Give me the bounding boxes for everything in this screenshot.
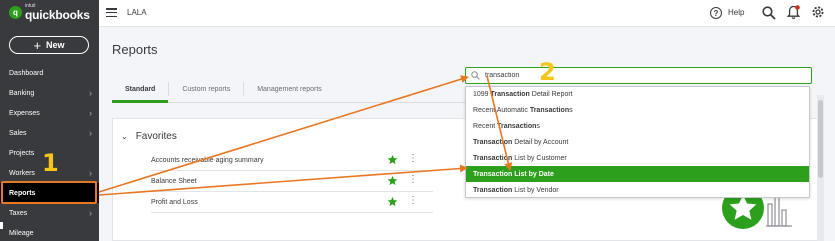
new-button[interactable]: + New bbox=[9, 36, 89, 54]
search-result-text-bold: Transaction bbox=[473, 155, 513, 162]
company-name: LALA bbox=[127, 8, 147, 17]
logo-quickbooks-text: quickbooks bbox=[25, 8, 90, 22]
plus-icon: + bbox=[33, 37, 42, 53]
search-result-item[interactable]: Transaction Detail by Account bbox=[466, 135, 809, 151]
sidebar-item-label: Banking bbox=[9, 89, 35, 97]
sidebar-item-label: Expenses bbox=[9, 109, 40, 117]
search-result-item[interactable]: Recent Automatic Transaction s bbox=[466, 103, 809, 119]
chevron-right-icon: › bbox=[89, 88, 92, 98]
chevron-right-icon: › bbox=[89, 108, 92, 118]
sidebar-item-label: Dashboard bbox=[9, 69, 44, 77]
sidebar-item-taxes[interactable]: Taxes › bbox=[0, 203, 99, 223]
scrollbar[interactable] bbox=[817, 95, 824, 241]
favorites-heading: Favorites bbox=[135, 131, 177, 142]
search-result-text-bold: Transaction bbox=[473, 186, 513, 194]
search-result-text-post: s bbox=[536, 123, 540, 131]
sidebar-item-label: Workers bbox=[9, 169, 35, 177]
sidebar-item-label: Sales bbox=[9, 129, 27, 137]
search-result-text-bold: Transaction List by Date bbox=[473, 170, 554, 178]
search-result-text-bold: Transaction bbox=[529, 107, 570, 115]
search-result-text-pre: Recent bbox=[473, 123, 498, 131]
favorite-star-icon[interactable] bbox=[387, 196, 398, 207]
chevron-right-icon: › bbox=[89, 208, 92, 218]
tab-management-reports[interactable]: Management reports bbox=[244, 76, 335, 102]
search-result-text-post: List by Vendor bbox=[512, 186, 559, 194]
quickbooks-logo-icon: q bbox=[9, 6, 22, 19]
search-result-text-bold: Transaction bbox=[497, 123, 537, 131]
search-icon bbox=[471, 71, 480, 80]
search-result-item[interactable]: Transaction List by Date bbox=[466, 166, 809, 183]
search-result-text-pre: Recent Automatic bbox=[473, 107, 530, 115]
favorites-header[interactable]: ⌄ Favorites bbox=[121, 131, 177, 142]
sidebar-item-label: Mileage bbox=[9, 229, 34, 237]
new-button-label: New bbox=[46, 40, 65, 50]
more-options-icon[interactable]: ⋮ bbox=[408, 196, 418, 206]
search-result-text-post: Detail by Account bbox=[512, 139, 569, 147]
favorite-star-icon[interactable] bbox=[387, 154, 398, 165]
favorite-report-row[interactable]: Accounts receivable aging summary ⋮ bbox=[151, 150, 433, 171]
top-bar: LALA ? Help bbox=[99, 0, 835, 27]
search-result-text-post: List by Customer bbox=[512, 155, 567, 162]
gear-icon[interactable] bbox=[811, 5, 825, 19]
search-result-text-bold: Transaction bbox=[490, 91, 530, 99]
help-icon[interactable]: ? bbox=[710, 7, 722, 19]
search-result-item[interactable]: 1099 Transaction Detail Report bbox=[466, 87, 809, 103]
sidebar: q intuit quickbooks + New Dashboard Banki… bbox=[0, 0, 99, 241]
notification-bell-icon[interactable] bbox=[787, 5, 800, 20]
sidebar-item-expenses[interactable]: Expenses › bbox=[0, 103, 99, 123]
search-result-text-pre: 1099 bbox=[473, 91, 491, 99]
more-options-icon[interactable]: ⋮ bbox=[408, 154, 418, 164]
sidebar-item-dashboard[interactable]: Dashboard bbox=[0, 63, 99, 83]
sidebar-item-mileage[interactable]: Mileage bbox=[0, 223, 99, 241]
more-options-icon[interactable]: ⋮ bbox=[408, 175, 418, 185]
search-result-text-post: s bbox=[569, 107, 573, 115]
scrollbar-thumb[interactable] bbox=[818, 100, 823, 178]
favorite-report-label[interactable]: Accounts receivable aging summary bbox=[151, 157, 263, 164]
step-number-2: 2 bbox=[539, 58, 556, 86]
search-results-dropdown: 1099 Transaction Detail Report Recent Aut… bbox=[465, 86, 810, 198]
sidebar-item-banking[interactable]: Banking › bbox=[0, 83, 99, 103]
search-icon[interactable] bbox=[762, 6, 776, 20]
chevron-down-icon[interactable]: ⌄ bbox=[121, 132, 128, 141]
favorite-report-label[interactable]: Balance Sheet bbox=[151, 178, 197, 185]
search-result-item[interactable]: Transaction List by Customer bbox=[466, 151, 809, 167]
search-result-text-bold: Transaction bbox=[473, 139, 513, 147]
sidebar-item-sales[interactable]: Sales › bbox=[0, 123, 99, 143]
favorite-report-row[interactable]: Balance Sheet ⋮ bbox=[151, 171, 433, 192]
favorite-report-row[interactable]: Profit and Loss ⋮ bbox=[151, 192, 433, 213]
step-number-1: 1 bbox=[42, 149, 59, 177]
hamburger-menu-icon[interactable] bbox=[106, 8, 117, 17]
sidebar-item-label: Taxes bbox=[9, 209, 28, 217]
tab-standard[interactable]: Standard bbox=[112, 76, 169, 103]
favorite-star-icon[interactable] bbox=[387, 175, 398, 186]
report-search-box[interactable] bbox=[465, 67, 812, 84]
sidebar-item-label: Projects bbox=[9, 149, 35, 157]
search-result-item[interactable]: Recent Transaction s bbox=[466, 119, 809, 135]
quickbooks-logo[interactable]: q intuit quickbooks bbox=[9, 4, 90, 21]
reports-highlight-box bbox=[1, 181, 97, 204]
search-result-item[interactable]: Transaction List by Vendor bbox=[466, 182, 809, 198]
favorite-report-label[interactable]: Profit and Loss bbox=[151, 199, 198, 206]
chevron-right-icon: › bbox=[89, 168, 92, 178]
help-label[interactable]: Help bbox=[728, 8, 744, 17]
chevron-right-icon: › bbox=[89, 128, 92, 138]
report-search-input[interactable] bbox=[485, 72, 785, 79]
tab-custom-reports[interactable]: Custom reports bbox=[169, 76, 243, 102]
sidebar-indicator bbox=[0, 222, 3, 229]
page-title: Reports bbox=[112, 42, 158, 57]
search-result-text-post: Detail Report bbox=[529, 91, 573, 99]
